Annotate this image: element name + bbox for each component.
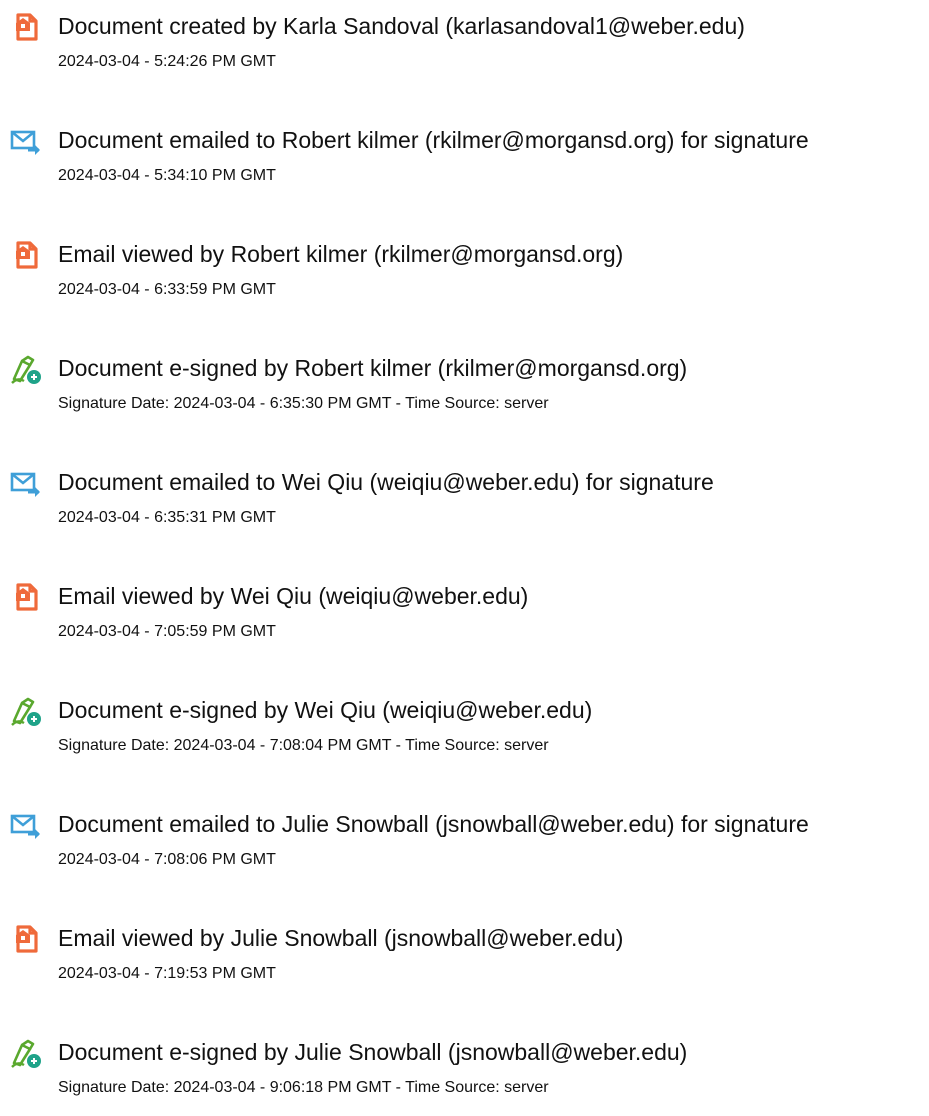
event-title: Email viewed by Robert kilmer (rkilmer@m… (58, 241, 624, 267)
event-timestamp: 2024-03-04 - 7:19:53 PM GMT (58, 965, 276, 982)
audit-event: Document emailed to Julie Snowball (jsno… (0, 798, 929, 888)
event-title: Document e-signed by Wei Qiu (weiqiu@web… (58, 697, 593, 723)
event-timestamp: 2024-03-04 - 5:24:26 PM GMT (58, 53, 276, 70)
event-timestamp: 2024-03-04 - 6:35:31 PM GMT (58, 509, 276, 526)
document-icon (16, 925, 38, 953)
event-title: Document e-signed by Robert kilmer (rkil… (58, 355, 688, 381)
event-timestamp: 2024-03-04 - 5:34:10 PM GMT (58, 167, 276, 184)
event-title: Document created by Karla Sandoval (karl… (58, 13, 745, 39)
audit-event: Email viewed by Wei Qiu (weiqiu@weber.ed… (0, 570, 929, 660)
audit-event: Email viewed by Robert kilmer (rkilmer@m… (0, 228, 929, 318)
esign-pen-icon (11, 355, 41, 384)
audit-event: Document created by Karla Sandoval (karl… (0, 0, 929, 90)
event-timestamp: Signature Date: 2024-03-04 - 7:08:04 PM … (58, 737, 549, 754)
event-title: Email viewed by Julie Snowball (jsnowbal… (58, 925, 624, 951)
event-title: Email viewed by Wei Qiu (weiqiu@weber.ed… (58, 583, 529, 609)
audit-event: Document e-signed by Wei Qiu (weiqiu@web… (0, 684, 929, 774)
event-title: Document emailed to Julie Snowball (jsno… (58, 811, 809, 837)
audit-event: Document emailed to Robert kilmer (rkilm… (0, 114, 929, 204)
event-title: Document emailed to Robert kilmer (rkilm… (58, 127, 809, 153)
audit-event: Document e-signed by Julie Snowball (jsn… (0, 1026, 929, 1116)
event-timestamp: 2024-03-04 - 6:33:59 PM GMT (58, 281, 276, 298)
event-timestamp: Signature Date: 2024-03-04 - 6:35:30 PM … (58, 395, 549, 412)
document-icon (16, 241, 38, 269)
event-timestamp: Signature Date: 2024-03-04 - 9:06:18 PM … (58, 1079, 549, 1096)
audit-event: Document emailed to Wei Qiu (weiqiu@webe… (0, 456, 929, 546)
document-icon (16, 13, 38, 41)
email-send-icon (10, 814, 40, 839)
esign-pen-icon (11, 1039, 41, 1068)
email-send-icon (10, 130, 40, 155)
esign-pen-icon (11, 697, 41, 726)
audit-event: Email viewed by Julie Snowball (jsnowbal… (0, 912, 929, 1002)
document-icon (16, 583, 38, 611)
email-send-icon (10, 472, 40, 497)
event-timestamp: 2024-03-04 - 7:05:59 PM GMT (58, 623, 276, 640)
event-timestamp: 2024-03-04 - 7:08:06 PM GMT (58, 851, 276, 868)
event-title: Document emailed to Wei Qiu (weiqiu@webe… (58, 469, 714, 495)
event-title: Document e-signed by Julie Snowball (jsn… (58, 1039, 688, 1065)
audit-event: Document e-signed by Robert kilmer (rkil… (0, 342, 929, 432)
